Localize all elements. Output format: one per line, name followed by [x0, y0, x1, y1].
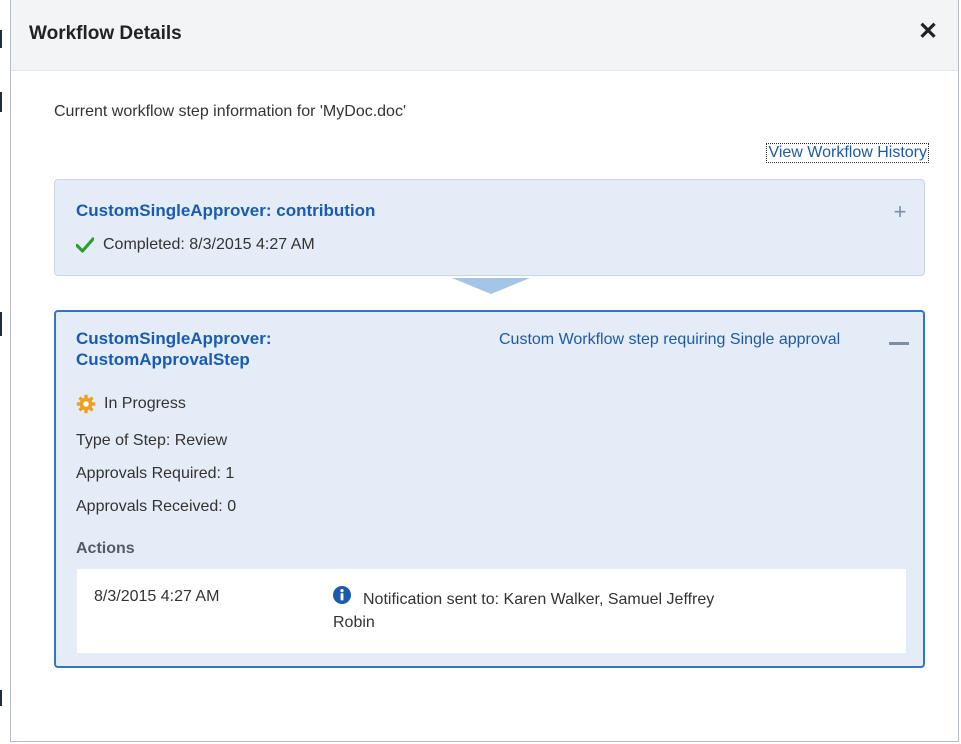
page-edge-mark: [0, 690, 2, 706]
approvals-received: Approvals Received: 0: [76, 498, 237, 515]
action-message: Notification sent to: Karen Walker, Samu…: [333, 591, 715, 631]
approvals-required: Approvals Required: 1: [76, 465, 235, 482]
step-type: Type of Step: Review: [76, 432, 228, 449]
step-connector-arrow: [452, 278, 530, 294]
step-title: CustomSingleApprover: CustomApprovalStep: [76, 329, 272, 369]
page-edge-mark: [0, 30, 2, 48]
actions-list: 8/3/2015 4:27 AM Notification sent to: K…: [77, 569, 906, 653]
dialog-title: Workflow Details: [29, 23, 182, 44]
step-status-text: In Progress: [104, 395, 186, 412]
minus-icon[interactable]: [889, 342, 909, 345]
intro-text: Current workflow step information for 'M…: [54, 103, 407, 120]
page-edge: [0, 0, 2, 744]
step-description: Custom Workflow step requiring Single ap…: [499, 331, 841, 348]
workflow-step-active: CustomSingleApprover: CustomApprovalStep…: [54, 310, 925, 668]
actions-heading: Actions: [76, 540, 135, 557]
action-timestamp: 8/3/2015 4:27 AM: [94, 588, 220, 605]
step-status: In Progress: [76, 394, 186, 414]
step-title: CustomSingleApprover: contribution: [76, 201, 376, 220]
plus-icon[interactable]: +: [890, 201, 910, 223]
close-icon[interactable]: ✕: [916, 20, 940, 44]
checkmark-icon: [76, 237, 94, 253]
page-edge-mark: [0, 312, 2, 336]
view-workflow-history-link[interactable]: View Workflow History: [766, 143, 929, 163]
step-status-text: Completed: 8/3/2015 4:27 AM: [103, 236, 315, 253]
dialog-titlebar: Workflow Details ✕: [11, 0, 958, 71]
step-status: Completed: 8/3/2015 4:27 AM: [76, 236, 315, 254]
page-edge-mark: [0, 92, 2, 112]
workflow-step-completed: CustomSingleApprover: contribution + Com…: [54, 179, 925, 276]
workflow-details-dialog: Workflow Details ✕ Current workflow step…: [10, 0, 959, 742]
gear-icon: [76, 394, 96, 414]
